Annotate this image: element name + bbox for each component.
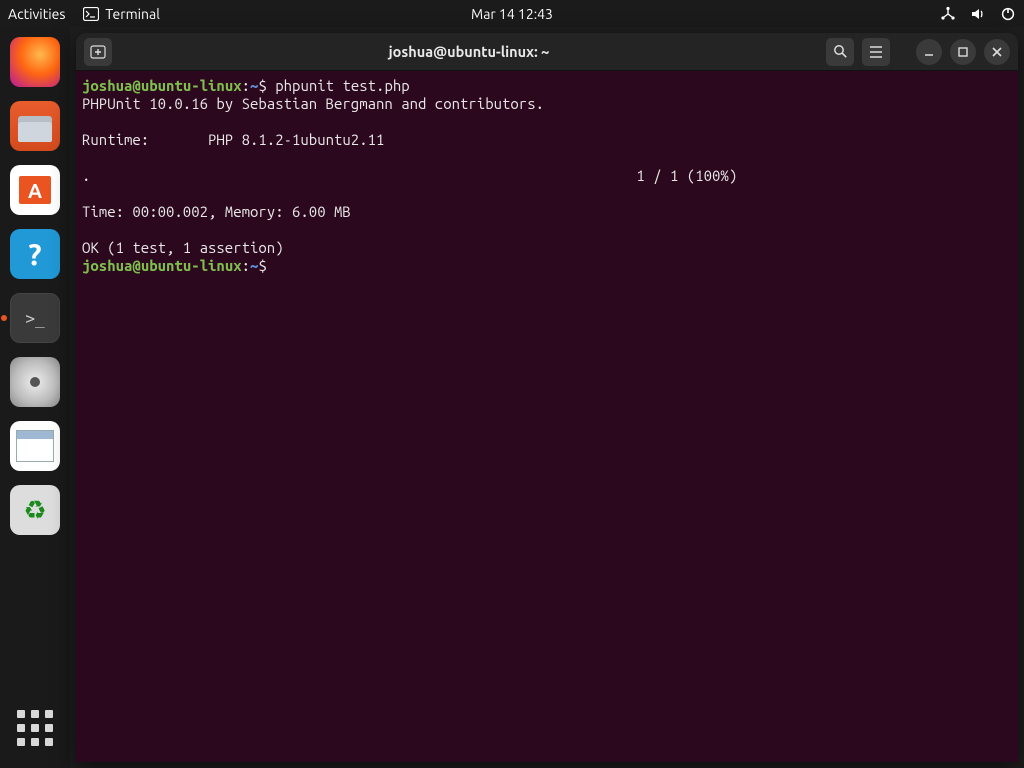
topbar-app-menu[interactable]: Terminal (83, 6, 160, 22)
terminal-icon (83, 7, 99, 21)
dock-disk[interactable] (10, 357, 60, 407)
prompt-dollar: $ (258, 257, 266, 274)
show-applications-button[interactable] (17, 710, 53, 746)
dock-files[interactable] (10, 101, 60, 151)
terminal-body[interactable]: joshua@ubuntu-linux:~$ phpunit test.php … (76, 71, 1018, 762)
hamburger-menu-button[interactable] (862, 38, 890, 66)
topbar-app-name: Terminal (105, 6, 160, 22)
activities-button[interactable]: Activities (8, 6, 65, 22)
ubuntu-dock: ? (0, 27, 70, 768)
phpunit-progress-count: 1 / 1 (100%) (636, 167, 737, 184)
dock-terminal[interactable] (10, 293, 60, 343)
prompt-colon: : (242, 257, 250, 274)
phpunit-result: OK (1 test, 1 assertion) (82, 239, 284, 256)
close-icon (991, 46, 1003, 58)
new-tab-button[interactable] (84, 38, 112, 66)
maximize-button[interactable] (950, 39, 976, 65)
prompt-at: @ (132, 77, 140, 94)
gnome-top-bar: Activities Terminal Mar 14 12:43 (0, 0, 1024, 27)
dock-software[interactable] (10, 165, 60, 215)
network-icon[interactable] (940, 6, 956, 22)
prompt-dollar: $ (258, 77, 266, 94)
terminal-titlebar: joshua@ubuntu-linux: ~ (76, 33, 1018, 71)
phpunit-runtime: Runtime: PHP 8.1.2-1ubuntu2.11 (82, 131, 384, 148)
hamburger-icon (869, 46, 883, 58)
prompt-host: ubuntu-linux (141, 77, 242, 94)
search-icon (833, 44, 848, 59)
phpunit-time-memory: Time: 00:00.002, Memory: 6.00 MB (82, 203, 351, 220)
prompt-user: joshua (82, 257, 132, 274)
power-icon[interactable] (1000, 6, 1016, 22)
prompt-colon: : (242, 77, 250, 94)
prompt-user: joshua (82, 77, 132, 94)
phpunit-banner: PHPUnit 10.0.16 by Sebastian Bergmann an… (82, 95, 544, 112)
dock-text-editor[interactable] (10, 421, 60, 471)
search-button[interactable] (826, 38, 854, 66)
prompt-host: ubuntu-linux (141, 257, 242, 274)
close-button[interactable] (984, 39, 1010, 65)
terminal-title: joshua@ubuntu-linux: ~ (120, 43, 818, 60)
prompt-at: @ (132, 257, 140, 274)
minimize-icon (923, 46, 935, 58)
maximize-icon (957, 46, 969, 58)
volume-icon[interactable] (970, 6, 986, 22)
dock-firefox[interactable] (10, 37, 60, 87)
terminal-window: joshua@ubuntu-linux: ~ joshua@ubuntu-lin… (76, 33, 1018, 762)
dock-trash[interactable] (10, 485, 60, 535)
phpunit-progress-dot: . (82, 167, 90, 184)
minimize-button[interactable] (916, 39, 942, 65)
command-1: phpunit test.php (267, 77, 410, 94)
dock-help[interactable]: ? (10, 229, 60, 279)
